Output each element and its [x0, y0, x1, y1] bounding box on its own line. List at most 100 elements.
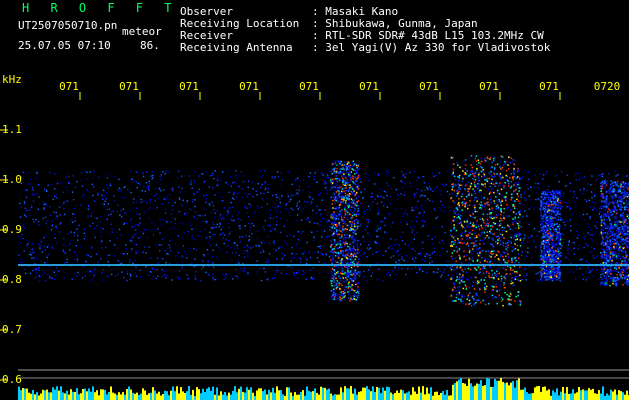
echo-speck — [455, 289, 457, 292]
noise-speck — [586, 213, 588, 215]
noise-speck — [110, 211, 113, 213]
noise-speck — [292, 209, 294, 211]
noise-speck — [583, 176, 586, 178]
noise-speck — [616, 213, 618, 215]
noise-speck — [436, 271, 438, 274]
echo-speck — [498, 294, 500, 297]
noise-speck — [514, 234, 516, 237]
echo-speck — [491, 161, 493, 164]
noise-speck — [308, 196, 311, 198]
noise-speck — [330, 196, 332, 198]
echo-speck — [341, 198, 343, 200]
noise-speck — [126, 222, 128, 224]
noise-speck — [283, 225, 285, 227]
echo-speck — [347, 162, 349, 164]
echo-speck — [355, 218, 357, 221]
noise-speck — [181, 222, 183, 225]
echo-speck — [333, 186, 335, 188]
echo-speck — [340, 291, 342, 294]
noise-speck — [329, 207, 331, 209]
echo-speck — [355, 215, 358, 217]
noise-speck — [573, 247, 575, 250]
noise-speck — [143, 229, 146, 231]
echo-speck — [512, 176, 514, 178]
noise-speck — [73, 251, 75, 254]
echo-speck — [469, 268, 472, 271]
echo-speck — [342, 225, 344, 228]
noise-speck — [297, 177, 299, 179]
noise-speck — [348, 249, 350, 251]
echo-speck — [507, 298, 510, 300]
echo-speck — [338, 293, 341, 296]
echo-speck — [472, 188, 474, 190]
noise-speck — [299, 258, 302, 260]
noise-speck — [404, 243, 406, 245]
echo-speck — [459, 188, 461, 190]
noise-speck — [433, 247, 435, 250]
echo-speck — [475, 269, 478, 271]
noise-speck — [565, 202, 568, 204]
noise-speck — [28, 240, 30, 243]
echo-speck — [345, 277, 347, 279]
noise-speck — [470, 192, 473, 195]
echo-speck — [477, 266, 480, 268]
noise-speck — [150, 229, 153, 231]
echo-speck — [548, 270, 550, 273]
noise-speck — [523, 237, 526, 239]
noise-speck — [310, 276, 312, 279]
echo-speck — [492, 157, 495, 160]
noise-speck — [143, 186, 145, 188]
noise-speck — [43, 208, 45, 210]
noise-speck — [243, 252, 245, 255]
noise-speck — [269, 209, 271, 211]
echo-speck — [546, 190, 549, 192]
echo-speck — [514, 183, 516, 185]
echo-speck — [478, 161, 480, 164]
noise-speck — [611, 238, 614, 240]
echo-speck — [555, 275, 558, 278]
noise-speck — [109, 240, 111, 242]
noise-speck — [548, 185, 550, 188]
noise-speck — [326, 189, 328, 192]
echo-speck — [470, 164, 472, 166]
echo-speck — [330, 170, 332, 173]
noise-speck — [62, 250, 64, 252]
noise-speck — [291, 267, 293, 269]
echo-speck — [338, 257, 340, 259]
noise-speck — [191, 228, 193, 230]
noise-speck — [577, 248, 579, 250]
noise-speck — [196, 191, 198, 193]
echo-speck — [334, 293, 337, 295]
noise-speck — [598, 213, 600, 215]
echo-speck — [477, 176, 480, 179]
noise-speck — [263, 193, 265, 195]
noise-speck — [25, 272, 27, 275]
echo-speck — [463, 295, 466, 298]
echo-speck — [478, 186, 481, 188]
echo-speck — [500, 188, 503, 191]
noise-speck — [578, 172, 580, 174]
echo-speck — [511, 250, 513, 252]
noise-speck — [526, 272, 528, 275]
noise-speck — [42, 217, 44, 220]
noise-speck — [422, 214, 424, 217]
echo-speck — [483, 299, 486, 302]
noise-speck — [131, 178, 133, 180]
echo-speck — [471, 285, 474, 287]
noise-speck — [206, 249, 209, 251]
noise-speck — [181, 237, 184, 239]
noise-speck — [368, 244, 370, 246]
noise-speck — [238, 211, 240, 214]
noise-speck — [55, 197, 58, 199]
noise-speck — [189, 247, 191, 250]
echo-speck — [470, 292, 473, 294]
noise-speck — [38, 196, 40, 198]
noise-speck — [297, 277, 299, 279]
noise-speck — [242, 181, 244, 183]
noise-speck — [121, 253, 123, 255]
noise-speck — [490, 173, 492, 175]
echo-speck — [334, 178, 336, 180]
noise-speck — [520, 196, 522, 198]
noise-speck — [61, 203, 64, 206]
noise-speck — [64, 200, 67, 202]
